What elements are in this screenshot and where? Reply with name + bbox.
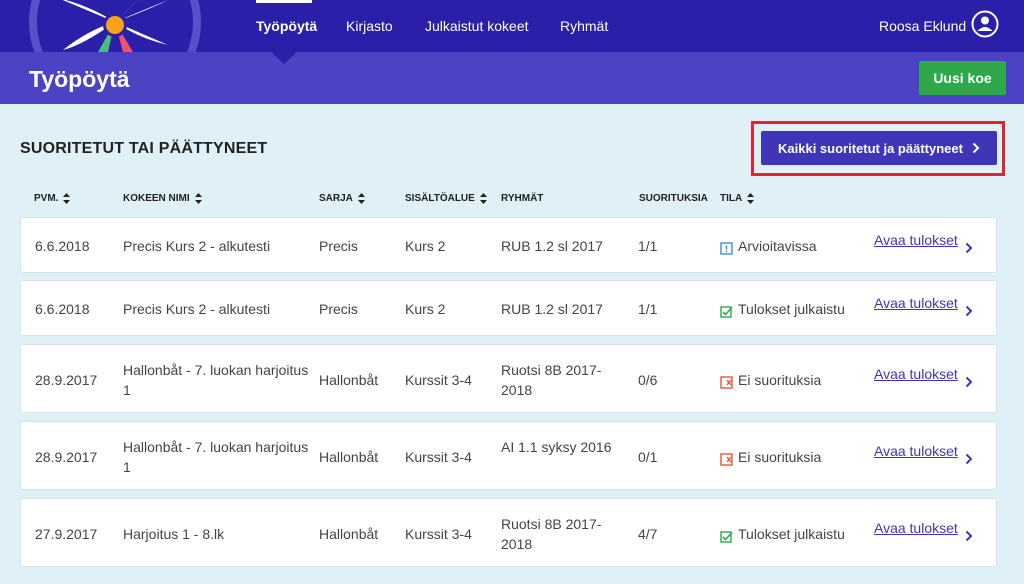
cell-content-area: Kurs 2 <box>405 301 446 317</box>
column-header-submissions-label: SUORITUKSIA <box>639 193 708 204</box>
sort-icon <box>63 193 71 204</box>
cell-submissions: 4/7 <box>638 526 658 542</box>
cross-icon <box>720 374 733 389</box>
cell-exam-name: Hallonbåt - 7. luokan harjoitus 1 <box>123 362 309 398</box>
column-header-groups: RYHMÄT <box>501 193 543 204</box>
cell-content-area: Kurs 2 <box>405 238 446 254</box>
nav-active-notch <box>271 52 297 64</box>
cell-submissions: 0/1 <box>638 449 658 465</box>
status-badge: Arvioitavissa <box>720 236 817 256</box>
sort-icon <box>747 193 755 204</box>
column-header-status-label: TILA <box>720 193 743 204</box>
cell-groups: Ruotsi 8B 2017-2018 <box>501 362 602 398</box>
open-results-link[interactable]: Avaa tulokset <box>874 520 958 536</box>
cell-content-area: Kurssit 3-4 <box>405 372 472 388</box>
all-completed-button[interactable]: Kaikki suoritetut ja päättyneet <box>761 131 997 165</box>
cell-exam-name: Hallonbåt - 7. luokan harjoitus 1 <box>123 439 309 475</box>
cell-date: 28.9.2017 <box>35 372 98 388</box>
table-row[interactable]: 6.6.2018 Precis Kurs 2 - alkutesti Precis K… <box>20 217 997 273</box>
open-results-link[interactable]: Avaa tulokset <box>874 232 958 248</box>
section-title: SUORITETUT TAI PÄÄTTYNEET <box>20 140 268 157</box>
cell-series: Hallonbåt <box>319 372 379 388</box>
table-row[interactable]: 28.9.2017 Hallonbåt - 7. luokan harjoitus… <box>20 421 997 490</box>
chevron-right-icon <box>972 142 980 154</box>
page-title: Työpöytä <box>29 66 130 92</box>
cell-series: Hallonbåt <box>319 449 379 465</box>
cell-series: Precis <box>319 301 358 317</box>
new-exam-button[interactable]: Uusi koe <box>919 61 1006 95</box>
status-badge: Tulokset julkaistu <box>720 524 845 544</box>
cell-date: 6.6.2018 <box>35 301 90 317</box>
status-label: Tulokset julkaistu <box>738 526 845 542</box>
table-row[interactable]: 27.9.2017 Harjoitus 1 - 8.lk Hallonbåt Kurs… <box>20 498 997 567</box>
column-header-date[interactable]: PVM. <box>34 193 71 204</box>
cross-icon <box>720 451 733 466</box>
column-header-status[interactable]: TILA <box>720 193 755 204</box>
nav-item-published-exams[interactable]: Julkaistut kokeet <box>425 18 529 34</box>
column-header-content-label: SISÄLTÖALUE <box>405 193 475 204</box>
page-header <box>0 52 1024 104</box>
cell-date: 6.6.2018 <box>35 238 90 254</box>
chevron-right-icon[interactable] <box>965 529 973 542</box>
column-header-date-label: PVM. <box>34 193 59 204</box>
cell-exam-name: Precis Kurs 2 - alkutesti <box>123 301 271 317</box>
cell-exam-name: Harjoitus 1 - 8.lk <box>123 526 225 542</box>
cell-content-area: Kurssit 3-4 <box>405 449 472 465</box>
cell-groups: RUB 1.2 sl 2017 <box>501 238 603 254</box>
column-header-name[interactable]: KOKEEN NIMI <box>123 193 202 204</box>
nav-active-indicator <box>256 0 312 3</box>
status-badge: Tulokset julkaistu <box>720 299 845 319</box>
nav-item-library[interactable]: Kirjasto <box>346 18 393 34</box>
check-icon <box>720 303 733 318</box>
status-label: Arvioitavissa <box>738 238 817 254</box>
all-completed-button-label: Kaikki suoritetut ja päättyneet <box>778 140 963 156</box>
open-results-link[interactable]: Avaa tulokset <box>874 295 958 311</box>
column-header-content[interactable]: SISÄLTÖALUE <box>405 193 487 204</box>
cell-content-area: Kurssit 3-4 <box>405 526 472 542</box>
column-header-name-label: KOKEEN NIMI <box>123 193 190 204</box>
table-row[interactable]: 28.9.2017 Hallonbåt - 7. luokan harjoitus… <box>20 344 997 413</box>
sort-icon <box>194 193 202 204</box>
cell-groups: RUB 1.2 sl 2017 <box>501 301 603 317</box>
logo-icon[interactable] <box>28 0 203 52</box>
cell-groups: Ruotsi 8B 2017-2018 <box>501 516 602 552</box>
cell-date: 28.9.2017 <box>35 449 98 465</box>
cell-exam-name: Precis Kurs 2 - alkutesti <box>123 238 271 254</box>
open-results-link[interactable]: Avaa tulokset <box>874 366 958 382</box>
status-label: Tulokset julkaistu <box>738 301 845 317</box>
sort-icon <box>357 193 365 204</box>
status-badge: Ei suorituksia <box>720 370 821 390</box>
column-header-series[interactable]: SARJA <box>319 193 365 204</box>
cell-date: 27.9.2017 <box>35 526 98 542</box>
cell-submissions: 1/1 <box>638 238 658 254</box>
status-label: Ei suorituksia <box>738 372 822 388</box>
cell-series: Precis <box>319 238 358 254</box>
cell-submissions: 1/1 <box>638 301 658 317</box>
user-avatar-icon[interactable] <box>971 10 999 38</box>
status-label: Ei suorituksia <box>738 449 822 465</box>
column-header-groups-label: RYHMÄT <box>501 193 544 204</box>
exclamation-icon <box>720 240 733 255</box>
cell-groups: AI 1.1 syksy 2016 <box>501 439 612 455</box>
user-name[interactable]: Roosa Eklund <box>879 18 966 34</box>
chevron-right-icon[interactable] <box>965 241 973 254</box>
status-badge: Ei suorituksia <box>720 447 821 467</box>
table-row[interactable]: 6.6.2018 Precis Kurs 2 - alkutesti Precis K… <box>20 280 997 336</box>
chevron-right-icon[interactable] <box>965 452 973 465</box>
cell-series: Hallonbåt <box>319 526 379 542</box>
open-results-link[interactable]: Avaa tulokset <box>874 443 958 459</box>
nav-item-groups[interactable]: Ryhmät <box>560 18 608 34</box>
chevron-right-icon[interactable] <box>965 375 973 388</box>
column-header-submissions: SUORITUKSIA <box>639 193 708 204</box>
sort-icon <box>479 193 487 204</box>
nav-item-dashboard[interactable]: Työpöytä <box>256 18 317 34</box>
check-icon <box>720 528 733 543</box>
chevron-right-icon[interactable] <box>965 304 973 317</box>
column-header-series-label: SARJA <box>319 193 353 204</box>
top-nav: Työpöytä Kirjasto Julkaistut kokeet Ryhm… <box>0 0 1024 52</box>
cell-submissions: 0/6 <box>638 372 658 388</box>
